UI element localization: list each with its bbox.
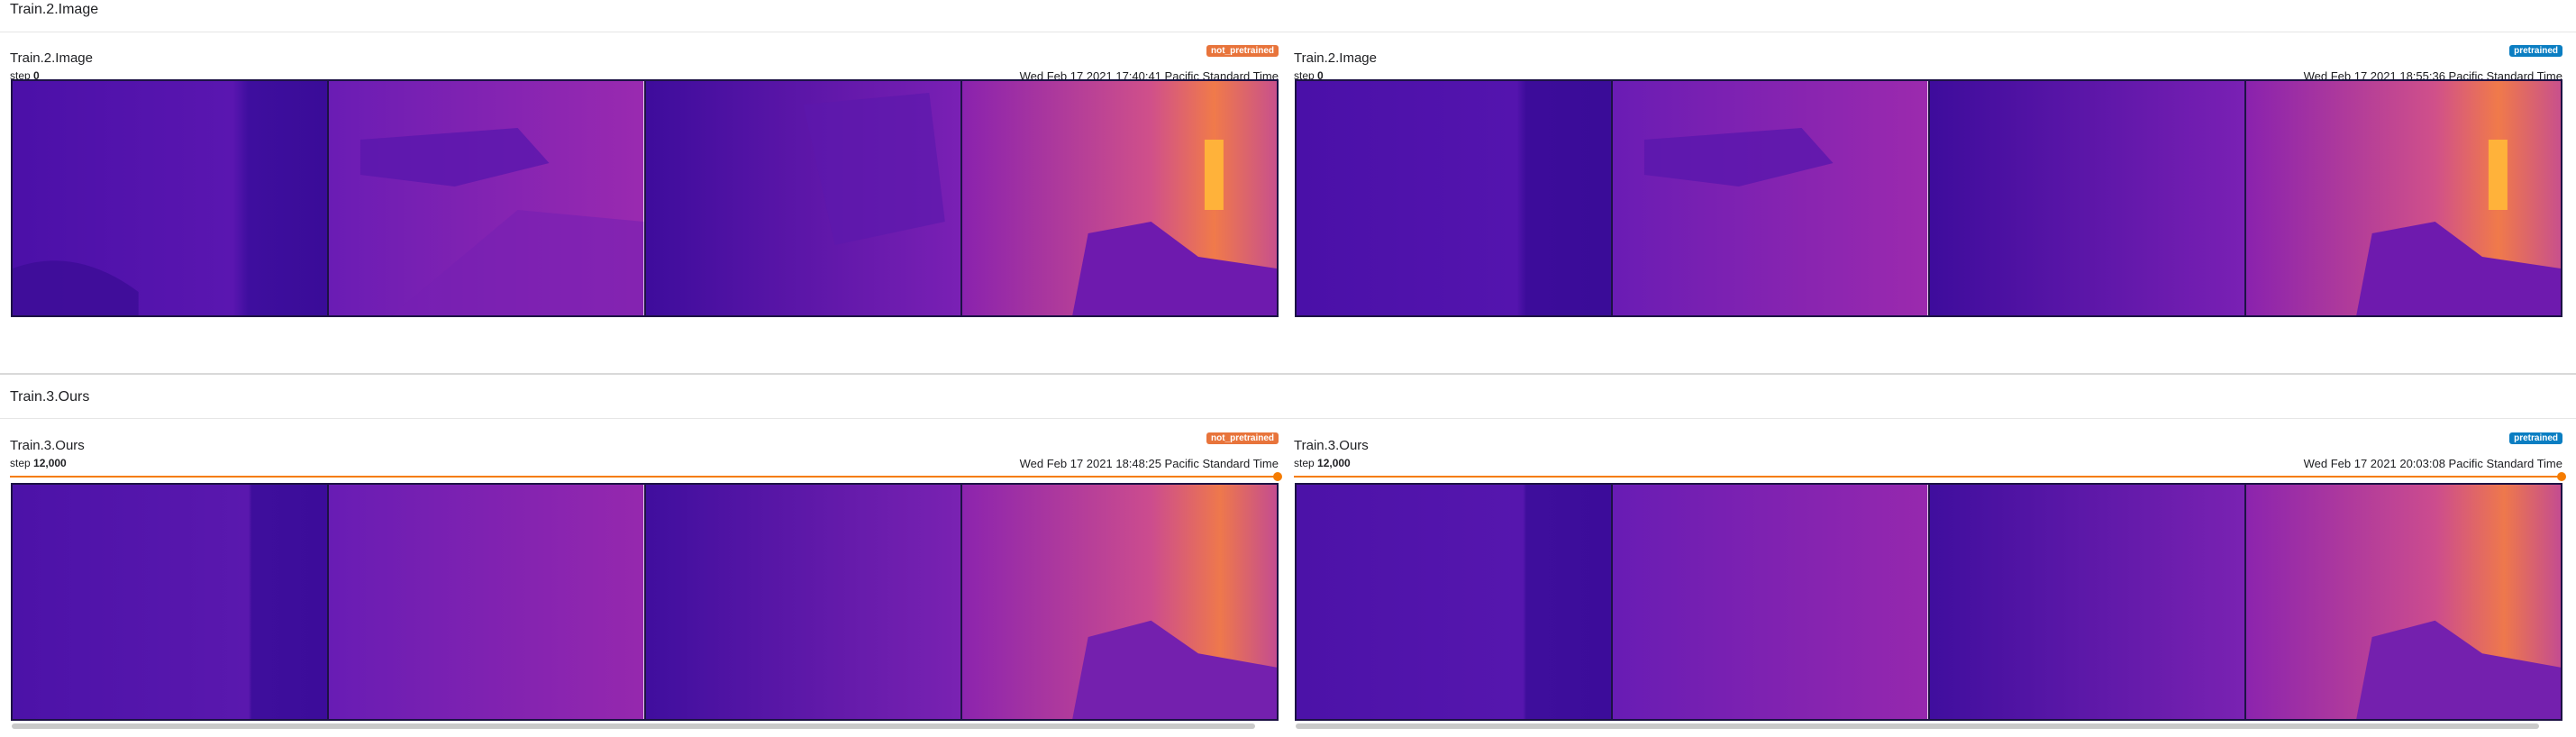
horizontal-scrollbar[interactable] <box>12 723 1255 729</box>
image-panel <box>961 81 1277 315</box>
image-panel <box>1297 81 1614 315</box>
image-panel <box>2245 485 2561 719</box>
image-panel <box>645 485 962 719</box>
card-title: Train.3.Ours <box>1294 438 1369 453</box>
slider-thumb[interactable] <box>1273 472 1282 481</box>
image-panel <box>1613 81 1930 315</box>
image-panel <box>1297 485 1614 719</box>
card-title: Train.2.Image <box>1294 50 1377 66</box>
image-card: Train.3.Ours not_pretrained step 12,000 … <box>10 432 1282 729</box>
image-card: Train.2.Image pretrained step 0 Wed Feb … <box>1294 45 2562 317</box>
run-badge: not_pretrained <box>1206 432 1279 444</box>
image-panel <box>645 81 962 315</box>
image-card: Train.2.Image not_pretrained step 0 Wed … <box>10 45 1279 317</box>
run-badge: pretrained <box>2509 45 2562 57</box>
depth-map-image[interactable] <box>11 79 1279 317</box>
step-value: 12,000 <box>1317 457 1351 469</box>
image-panel <box>1613 485 1930 719</box>
section-divider <box>0 373 2576 375</box>
timestamp: Wed Feb 17 2021 18:48:25 Pacific Standar… <box>1019 457 1279 470</box>
image-panel <box>961 485 1277 719</box>
image-panel <box>1929 81 2246 315</box>
image-card: Train.3.Ours pretrained step 12,000 Wed … <box>1294 432 2566 729</box>
image-panel <box>329 485 646 719</box>
step-text: step <box>10 457 31 469</box>
section-train-3-ours: Train.3.Ours Train.3.Ours not_pretrained… <box>0 373 2576 737</box>
step-value: 12,000 <box>33 457 67 469</box>
image-panel <box>1929 485 2246 719</box>
section-title: Train.2.Image <box>10 2 99 17</box>
image-panel <box>329 81 646 315</box>
step-text: step <box>1294 457 1315 469</box>
depth-map-image[interactable] <box>11 483 1279 721</box>
timestamp: Wed Feb 17 2021 20:03:08 Pacific Standar… <box>2303 457 2562 470</box>
section-divider <box>0 418 2576 419</box>
image-panel <box>2245 81 2561 315</box>
section-train-2-image: Train.2.Image Train.2.Image not_pretrain… <box>0 0 2576 378</box>
step-label: step 12,000 <box>1294 457 1351 469</box>
image-panel <box>13 81 330 315</box>
slider-track[interactable] <box>1294 476 2562 478</box>
card-title: Train.2.Image <box>10 50 93 66</box>
step-slider[interactable] <box>1294 472 2566 481</box>
depth-map-image[interactable] <box>1295 79 2562 317</box>
image-panel <box>13 485 330 719</box>
step-slider[interactable] <box>10 472 1282 481</box>
slider-thumb[interactable] <box>2557 472 2566 481</box>
card-title: Train.3.Ours <box>10 438 85 453</box>
run-badge: pretrained <box>2509 432 2562 444</box>
slider-track[interactable] <box>10 476 1279 478</box>
step-label: step 12,000 <box>10 457 67 469</box>
section-title: Train.3.Ours <box>10 389 90 405</box>
horizontal-scrollbar[interactable] <box>1296 723 2539 729</box>
run-badge: not_pretrained <box>1206 45 1279 57</box>
depth-map-image[interactable] <box>1295 483 2562 721</box>
